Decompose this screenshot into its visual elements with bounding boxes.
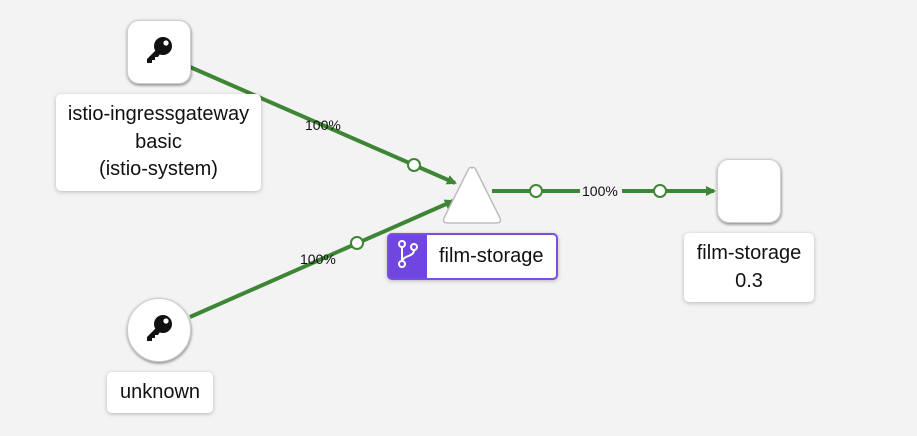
- edge-label-ingress: 100%: [305, 117, 341, 133]
- ingress-gateway-node[interactable]: [127, 20, 191, 84]
- unknown-label: unknown: [107, 372, 213, 413]
- node-version: basic: [135, 130, 182, 153]
- key-icon: [143, 312, 175, 349]
- service-badge: [389, 235, 427, 278]
- workload-node[interactable]: [717, 159, 781, 223]
- edge-label-service: 100%: [582, 183, 618, 199]
- service-node-shape[interactable]: [442, 166, 502, 224]
- edge-service-to-workload[interactable]: 100%: [492, 183, 716, 199]
- key-icon: [143, 34, 175, 71]
- code-branch-icon: [397, 239, 419, 274]
- node-namespace: (istio-system): [99, 158, 218, 181]
- edge-midpoint-dot: [653, 184, 667, 198]
- graph-canvas: 100% 100% 100% istio-ingressgateway basi…: [0, 0, 917, 436]
- node-name: film-storage: [696, 242, 802, 264]
- node-name: istio-ingressgateway: [67, 103, 250, 126]
- edge-label-unknown: 100%: [300, 251, 336, 267]
- unknown-node[interactable]: [127, 298, 191, 362]
- node-version: 0.3: [735, 269, 763, 292]
- edge-midpoint-dot: [350, 236, 364, 250]
- service-label[interactable]: film-storage: [387, 233, 558, 280]
- ingress-gateway-label: istio-ingressgateway basic (istio-system…: [56, 94, 261, 191]
- service-name: film-storage: [439, 245, 544, 267]
- edge-midpoint-dot: [407, 158, 421, 172]
- edge-midpoint-dot: [529, 184, 543, 198]
- workload-label: film-storage 0.3: [684, 233, 814, 302]
- node-name: unknown: [119, 380, 201, 403]
